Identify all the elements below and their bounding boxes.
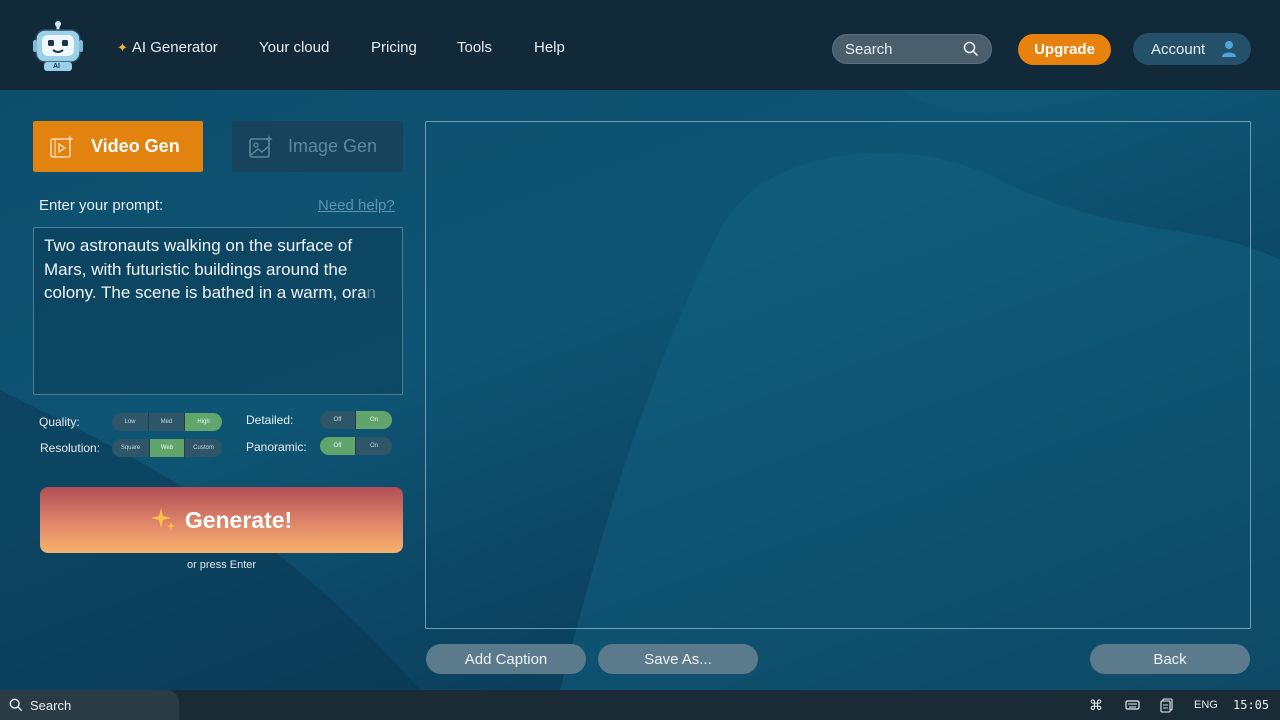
add-caption-button[interactable]: Add Caption: [426, 644, 586, 674]
resolution-option-web[interactable]: Web: [150, 439, 185, 457]
detailed-option-off[interactable]: Off: [320, 411, 356, 429]
search-placeholder: Search: [845, 40, 893, 58]
nav-tools[interactable]: Tools: [457, 38, 492, 58]
preview-area: [425, 121, 1251, 629]
generate-button[interactable]: Generate!: [40, 487, 403, 553]
panoramic-toggle[interactable]: Off On: [320, 437, 392, 455]
taskbar: Search ⌘ ENG 15:05: [0, 690, 1280, 720]
generate-label: Generate!: [184, 506, 293, 533]
resolution-option-square[interactable]: Square: [112, 439, 150, 457]
nav-ai-generator[interactable]: ✦ AI Generator: [117, 38, 218, 58]
quality-option-low[interactable]: Low: [112, 413, 149, 431]
search-input[interactable]: Search: [832, 34, 992, 64]
clock: 15:05: [1233, 698, 1270, 712]
keyboard-icon[interactable]: [1125, 690, 1140, 720]
resolution-toggle[interactable]: Square Web Custom: [112, 439, 222, 457]
nav-pricing[interactable]: Pricing: [371, 38, 417, 58]
search-icon: [963, 41, 979, 57]
prompt-text-fade: n: [366, 283, 377, 302]
top-nav: AI ✦ AI Generator Your cloud Pricing Too…: [0, 0, 1280, 90]
prompt-text: Two astronauts walking on the surface of…: [44, 236, 367, 302]
robot-logo-icon[interactable]: AI: [32, 20, 84, 72]
tab-video-gen-label: Video Gen: [91, 136, 180, 156]
logo-text: AI: [53, 63, 60, 70]
nav-your-cloud[interactable]: Your cloud: [259, 38, 329, 58]
language-indicator[interactable]: ENG: [1194, 690, 1218, 720]
panoramic-option-on[interactable]: On: [356, 437, 392, 455]
resolution-label: Resolution:: [40, 441, 101, 455]
prompt-textarea[interactable]: Two astronauts walking on the surface of…: [33, 227, 403, 395]
account-label: Account: [1151, 40, 1206, 58]
generate-hint: or press Enter: [186, 559, 257, 571]
upgrade-button[interactable]: Upgrade: [1018, 34, 1111, 65]
tab-video-gen[interactable]: Video Gen: [33, 121, 203, 172]
command-icon[interactable]: ⌘: [1089, 690, 1103, 720]
quality-label: Quality:: [39, 415, 80, 429]
quality-toggle[interactable]: Low Med High: [112, 413, 222, 431]
panoramic-option-off[interactable]: Off: [320, 437, 356, 455]
save-as-button[interactable]: Save As...: [598, 644, 758, 674]
account-button[interactable]: Account: [1133, 33, 1251, 65]
tab-image-gen[interactable]: Image Gen: [232, 121, 403, 172]
detailed-option-on[interactable]: On: [356, 411, 392, 429]
nav-help[interactable]: Help: [534, 38, 565, 58]
resolution-option-custom[interactable]: Custom: [185, 439, 222, 457]
user-icon: [1222, 41, 1237, 57]
need-help-link[interactable]: Need help?: [318, 197, 395, 214]
taskbar-search[interactable]: Search: [0, 690, 179, 720]
prompt-label: Enter your prompt:: [39, 197, 164, 214]
detailed-toggle[interactable]: Off On: [320, 411, 392, 429]
sparkle-icon: ✦: [117, 40, 128, 55]
quality-option-high[interactable]: High: [185, 413, 222, 431]
video-sparkle-icon: [50, 134, 74, 158]
nav-ai-generator-label: AI Generator: [131, 39, 218, 56]
panoramic-label: Panoramic:: [246, 440, 307, 454]
clipboard-icon[interactable]: [1160, 690, 1173, 720]
back-button[interactable]: Back: [1090, 644, 1250, 674]
sparkles-icon: [150, 508, 175, 530]
taskbar-search-label: Search: [30, 697, 72, 713]
quality-option-med[interactable]: Med: [149, 413, 185, 431]
image-sparkle-icon: [249, 134, 273, 158]
tab-image-gen-label: Image Gen: [288, 136, 378, 156]
detailed-label: Detailed:: [246, 413, 294, 427]
taskbar-search-icon: [9, 698, 23, 712]
